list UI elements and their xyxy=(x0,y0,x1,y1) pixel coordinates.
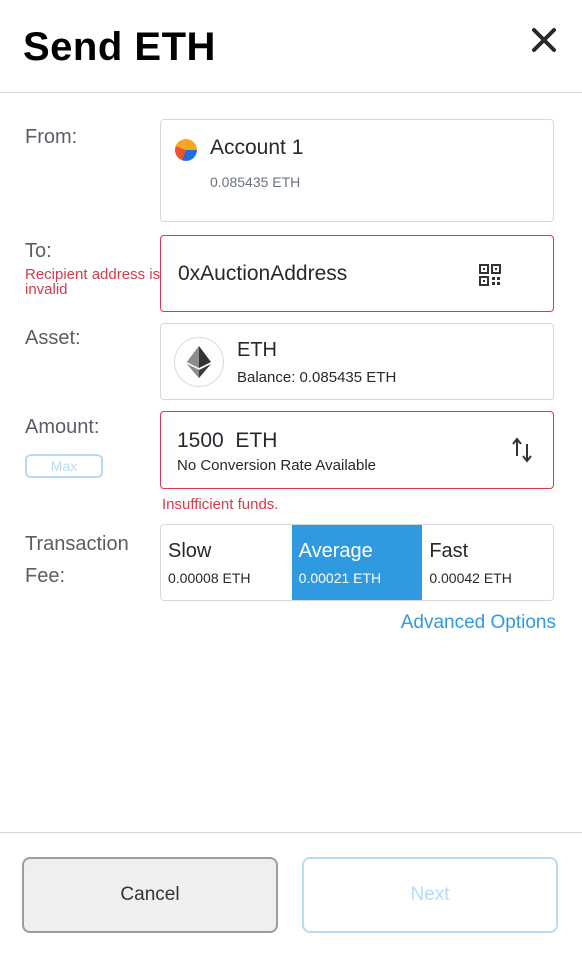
conversion-text: No Conversion Rate Available xyxy=(177,457,377,474)
account-balance: 0.085435 ETH xyxy=(210,174,301,190)
header: Send ETH xyxy=(0,0,582,93)
qr-code-icon[interactable] xyxy=(479,264,501,286)
eth-icon xyxy=(174,337,224,387)
swap-arrows-icon[interactable] xyxy=(511,436,533,464)
fee-selector: Slow 0.00008 ETH Average 0.00021 ETH Fas… xyxy=(160,524,554,601)
asset-balance: Balance: 0.085435 ETH xyxy=(237,369,397,386)
max-button[interactable]: Max xyxy=(25,454,103,478)
next-button[interactable]: Next xyxy=(302,857,558,933)
fee-option-name: Average xyxy=(298,540,373,562)
fee-option-name: Slow xyxy=(168,540,212,562)
transaction-fee-label: Transaction Fee: xyxy=(25,533,129,587)
cancel-button[interactable]: Cancel xyxy=(22,857,278,933)
fee-option-fast[interactable]: Fast 0.00042 ETH xyxy=(422,525,553,600)
amount-value[interactable]: 1500 ETH xyxy=(177,429,277,453)
fee-option-amount: 0.00021 ETH xyxy=(298,570,382,586)
footer-divider xyxy=(0,832,582,833)
to-label: To: xyxy=(25,240,52,262)
recipient-value[interactable]: 0xAuctionAddress xyxy=(178,262,347,286)
from-label: From: xyxy=(25,126,78,148)
fee-option-slow[interactable]: Slow 0.00008 ETH xyxy=(161,525,292,600)
asset-label: Asset: xyxy=(25,327,81,349)
amount-input[interactable]: 1500 ETH No Conversion Rate Available xyxy=(160,411,554,489)
advanced-options-link[interactable]: Advanced Options xyxy=(401,612,556,634)
insufficient-funds-error: Insufficient funds. xyxy=(162,496,279,513)
account-avatar xyxy=(175,139,197,161)
fee-option-amount: 0.00008 ETH xyxy=(168,570,251,586)
fee-option-amount: 0.00042 ETH xyxy=(429,570,512,586)
amount-label: Amount: xyxy=(25,416,100,438)
close-icon[interactable] xyxy=(530,26,558,54)
account-name: Account 1 xyxy=(210,136,304,159)
fee-option-name: Fast xyxy=(429,540,469,562)
fee-option-average[interactable]: Average 0.00021 ETH xyxy=(291,525,423,600)
recipient-error: Recipient address is invalid xyxy=(25,266,161,298)
page-title: Send ETH xyxy=(23,25,216,69)
asset-name: ETH xyxy=(237,339,277,361)
asset-selector[interactable]: ETH Balance: 0.085435 ETH xyxy=(160,323,554,400)
recipient-input[interactable]: 0xAuctionAddress xyxy=(160,235,554,312)
from-account-selector[interactable]: Account 1 0.085435 ETH xyxy=(160,119,554,222)
